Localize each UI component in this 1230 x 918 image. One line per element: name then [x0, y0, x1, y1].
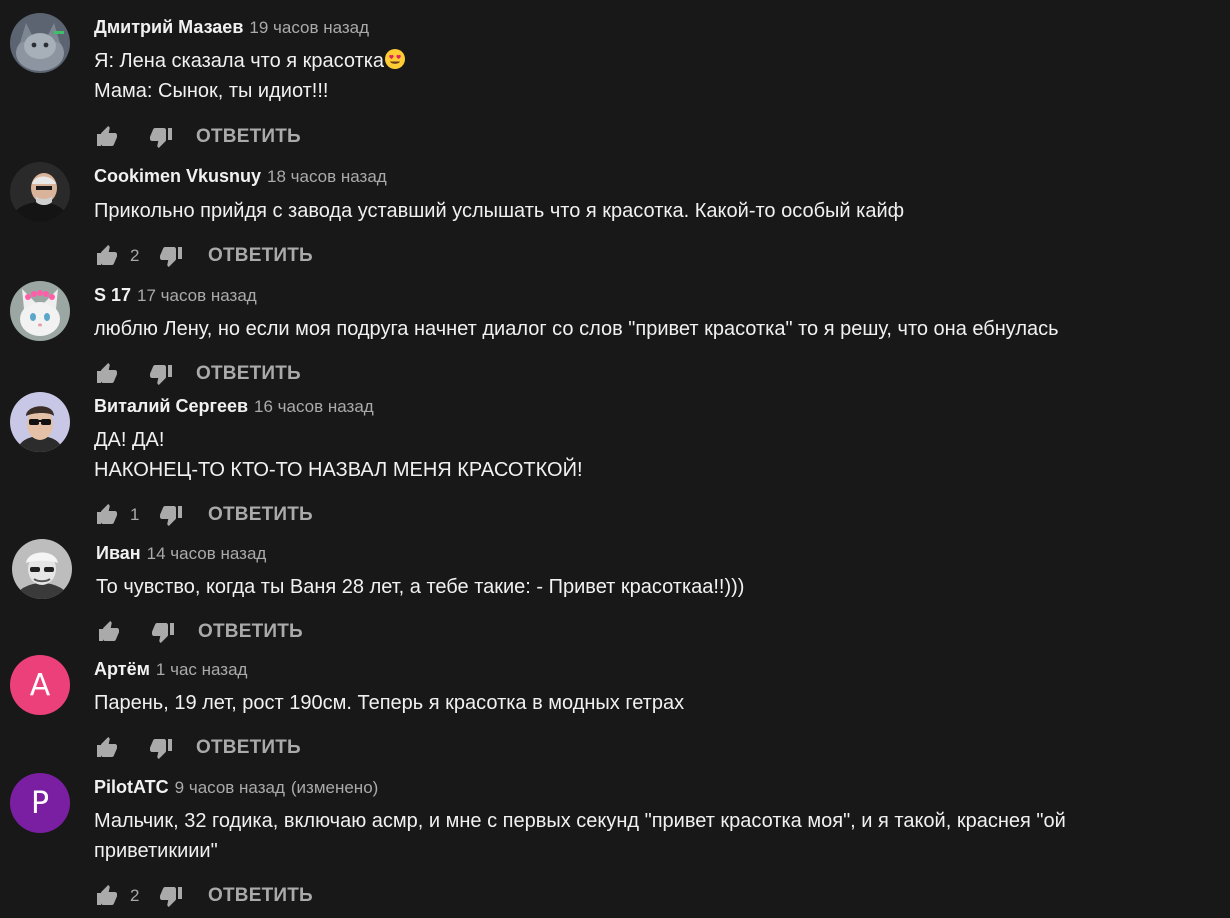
comment-time[interactable]: 1 час назад — [156, 660, 248, 679]
comment-author[interactable]: Дмитрий Мазаев — [94, 17, 243, 37]
thumbs-down-icon[interactable] — [148, 735, 174, 761]
thumbs-up-icon[interactable] — [94, 243, 120, 269]
thumbs-up-icon[interactable] — [94, 124, 120, 150]
comment-actions: ОТВЕТИТЬ — [94, 359, 301, 389]
comment-author[interactable]: S 17 — [94, 285, 131, 305]
kitten-avatar-icon[interactable] — [10, 281, 70, 341]
comment-text: ДА! ДА! НАКОНЕЦ-ТО КТО-ТО НАЗВАЛ МЕНЯ КРА… — [94, 425, 1204, 485]
avatar-letter: P — [30, 785, 50, 821]
reply-button[interactable]: ОТВЕТИТЬ — [208, 504, 313, 526]
reply-button[interactable]: ОТВЕТИТЬ — [196, 737, 301, 759]
cat-avatar-icon[interactable] — [10, 13, 70, 73]
comment-text-line: НАКОНЕЦ-ТО КТО-ТО НАЗВАЛ МЕНЯ КРАСОТКОЙ! — [94, 459, 583, 481]
comment-text-line: Мама: Сынок, ты идиот!!! — [94, 80, 329, 102]
man-avatar-icon[interactable] — [10, 162, 70, 222]
reply-button[interactable]: ОТВЕТИТЬ — [208, 885, 313, 907]
comment-actions: ОТВЕТИТЬ — [94, 733, 301, 763]
comment-author[interactable]: Иван — [96, 543, 141, 563]
thumbs-down-icon[interactable] — [158, 502, 184, 528]
letter-avatar-icon[interactable]: P — [10, 773, 70, 833]
comment-time[interactable]: 14 часов назад — [147, 544, 267, 563]
comment-time[interactable]: 18 часов назад — [267, 167, 387, 186]
reply-button[interactable]: ОТВЕТИТЬ — [198, 621, 303, 643]
reply-button[interactable]: ОТВЕТИТЬ — [196, 363, 301, 385]
comment-actions: 1 ОТВЕТИТЬ — [94, 500, 313, 530]
comment-time[interactable]: 16 часов назад — [254, 397, 374, 416]
bw-portrait-avatar-icon[interactable] — [12, 539, 72, 599]
like-count: 1 — [130, 505, 140, 524]
edited-label: (изменено) — [290, 778, 379, 797]
reply-button[interactable]: ОТВЕТИТЬ — [196, 126, 301, 148]
like-count: 2 — [130, 246, 140, 265]
comment-author[interactable]: Виталий Сергеев — [94, 396, 248, 416]
thumbs-down-icon[interactable] — [158, 883, 184, 909]
thumbs-down-icon[interactable] — [148, 124, 174, 150]
comment-author[interactable]: Артём — [94, 659, 150, 679]
comments-section: Дмитрий Мазаев 19 часов назад Я: Лена ска… — [0, 0, 1230, 918]
comment-text: Парень, 19 лет, рост 190см. Теперь я кра… — [94, 692, 685, 714]
reply-button[interactable]: ОТВЕТИТЬ — [208, 245, 313, 267]
comment-text-line: Я: Лена сказала что я красотка — [94, 50, 385, 72]
comment-text: Прикольно прийдя с завода уставший услыш… — [94, 200, 905, 222]
comment-author[interactable]: PilotATC — [94, 777, 169, 797]
comment-text: люблю Лену, но если моя подруга начнет д… — [94, 318, 1059, 340]
comment-actions: 2 ОТВЕТИТЬ — [94, 881, 313, 911]
comment-text: Мальчик, 32 годика, включаю асмр, и мне … — [94, 806, 1204, 866]
thumbs-up-icon[interactable] — [94, 361, 120, 387]
avatar-letter: A — [29, 667, 51, 703]
comment-text: То чувство, когда ты Ваня 28 лет, а тебе… — [96, 576, 745, 598]
thumbs-up-icon[interactable] — [94, 883, 120, 909]
heart-eyes-emoji-icon — [385, 49, 406, 69]
thumbs-down-icon[interactable] — [158, 243, 184, 269]
comment-time[interactable]: 17 часов назад — [137, 286, 257, 305]
thumbs-down-icon[interactable] — [150, 619, 176, 645]
comment-text-line: Мальчик, 32 годика, включаю асмр, и мне … — [94, 810, 1066, 832]
thumbs-up-icon[interactable] — [94, 735, 120, 761]
comment-text-line: ДА! ДА! — [94, 429, 165, 451]
like-count: 2 — [130, 886, 140, 905]
comment-actions: ОТВЕТИТЬ — [94, 122, 301, 152]
comment-text: Я: Лена сказала что я красотка Мама: Сыно… — [94, 46, 1204, 106]
letter-avatar-icon[interactable]: A — [10, 655, 70, 715]
comment-actions: ОТВЕТИТЬ — [96, 617, 303, 647]
sunglasses-avatar-icon[interactable] — [10, 392, 70, 452]
thumbs-up-icon[interactable] — [94, 502, 120, 528]
thumbs-up-icon[interactable] — [96, 619, 122, 645]
thumbs-down-icon[interactable] — [148, 361, 174, 387]
comment-text-line: приветикиии" — [94, 840, 218, 862]
comment-time[interactable]: 19 часов назад — [249, 18, 369, 37]
comment-time[interactable]: 9 часов назад — [175, 778, 285, 797]
comment-author[interactable]: Cookimen Vkusnuy — [94, 166, 261, 186]
comment-actions: 2 ОТВЕТИТЬ — [94, 241, 313, 271]
